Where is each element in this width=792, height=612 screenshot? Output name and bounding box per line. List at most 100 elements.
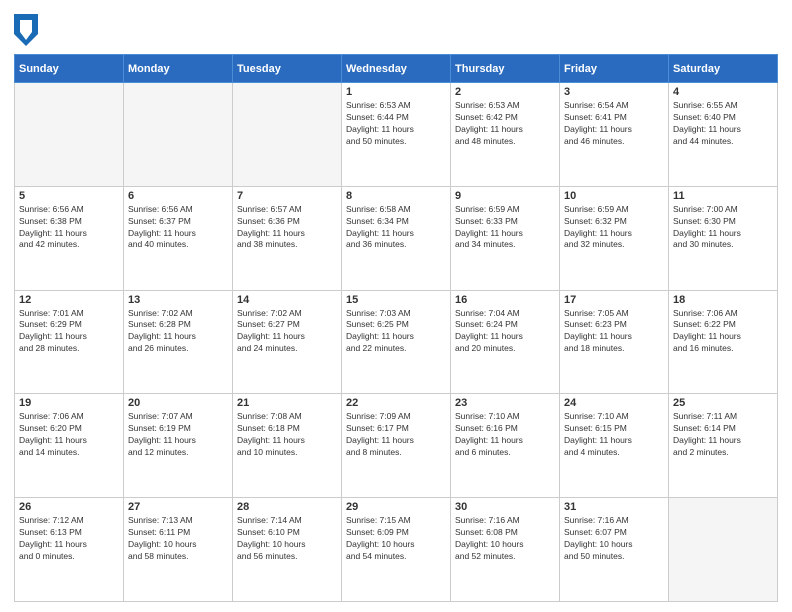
day-info: Sunrise: 7:06 AM Sunset: 6:20 PM Dayligh… [19,411,119,459]
day-number: 8 [346,190,446,202]
day-info: Sunrise: 6:59 AM Sunset: 6:32 PM Dayligh… [564,204,664,252]
day-info: Sunrise: 7:02 AM Sunset: 6:28 PM Dayligh… [128,308,228,356]
day-number: 26 [19,501,119,513]
day-number: 4 [673,86,773,98]
day-info: Sunrise: 7:10 AM Sunset: 6:16 PM Dayligh… [455,411,555,459]
calendar-cell: 22 Sunrise: 7:09 AM Sunset: 6:17 PM Dayli… [342,394,451,498]
day-number: 13 [128,294,228,306]
calendar-cell: 23 Sunrise: 7:10 AM Sunset: 6:16 PM Dayli… [451,394,560,498]
weekday-header-tuesday: Tuesday [233,55,342,83]
calendar-cell: 24 Sunrise: 7:10 AM Sunset: 6:15 PM Dayli… [560,394,669,498]
day-number: 17 [564,294,664,306]
day-number: 12 [19,294,119,306]
day-number: 19 [19,397,119,409]
calendar-cell: 11 Sunrise: 7:00 AM Sunset: 6:30 PM Dayli… [669,186,778,290]
day-number: 22 [346,397,446,409]
day-info: Sunrise: 7:16 AM Sunset: 6:07 PM Dayligh… [564,515,664,563]
calendar-cell: 19 Sunrise: 7:06 AM Sunset: 6:20 PM Dayli… [15,394,124,498]
day-info: Sunrise: 7:09 AM Sunset: 6:17 PM Dayligh… [346,411,446,459]
calendar-week-2: 5Sunrise: 6:56 AM Sunset: 6:38 PM Daylig… [15,186,778,290]
calendar-cell: 3Sunrise: 6:54 AM Sunset: 6:41 PM Daylig… [560,83,669,187]
day-number: 30 [455,501,555,513]
day-info: Sunrise: 6:56 AM Sunset: 6:38 PM Dayligh… [19,204,119,252]
calendar-cell: 8 Sunrise: 6:58 AM Sunset: 6:34 PM Daylig… [342,186,451,290]
day-info: Sunrise: 6:53 AM Sunset: 6:44 PM Dayligh… [346,100,446,148]
day-number: 27 [128,501,228,513]
calendar-week-5: 26 Sunrise: 7:12 AM Sunset: 6:13 PM Dayli… [15,498,778,602]
day-info: Sunrise: 6:54 AM Sunset: 6:41 PM Dayligh… [564,100,664,148]
day-number: 28 [237,501,337,513]
calendar-cell: 16Sunrise: 7:04 AM Sunset: 6:24 PM Dayli… [451,290,560,394]
day-info: Sunrise: 6:58 AM Sunset: 6:34 PM Dayligh… [346,204,446,252]
day-number: 14 [237,294,337,306]
day-info: Sunrise: 7:11 AM Sunset: 6:14 PM Dayligh… [673,411,773,459]
day-info: Sunrise: 7:13 AM Sunset: 6:11 PM Dayligh… [128,515,228,563]
day-number: 2 [455,86,555,98]
weekday-header-row: SundayMondayTuesdayWednesdayThursdayFrid… [15,55,778,83]
calendar-cell: 20 Sunrise: 7:07 AM Sunset: 6:19 PM Dayli… [124,394,233,498]
calendar-cell: 28 Sunrise: 7:14 AM Sunset: 6:10 PM Dayli… [233,498,342,602]
day-number: 18 [673,294,773,306]
day-info: Sunrise: 6:56 AM Sunset: 6:37 PM Dayligh… [128,204,228,252]
day-number: 31 [564,501,664,513]
calendar-cell: 27 Sunrise: 7:13 AM Sunset: 6:11 PM Dayli… [124,498,233,602]
day-info: Sunrise: 6:53 AM Sunset: 6:42 PM Dayligh… [455,100,555,148]
calendar-cell: 30 Sunrise: 7:16 AM Sunset: 6:08 PM Dayli… [451,498,560,602]
day-info: Sunrise: 7:08 AM Sunset: 6:18 PM Dayligh… [237,411,337,459]
calendar-cell: 15 Sunrise: 7:03 AM Sunset: 6:25 PM Dayli… [342,290,451,394]
calendar-cell: 17 Sunrise: 7:05 AM Sunset: 6:23 PM Dayli… [560,290,669,394]
calendar-week-4: 19 Sunrise: 7:06 AM Sunset: 6:20 PM Dayli… [15,394,778,498]
day-number: 20 [128,397,228,409]
calendar-cell: 10 Sunrise: 6:59 AM Sunset: 6:32 PM Dayli… [560,186,669,290]
day-info: Sunrise: 7:06 AM Sunset: 6:22 PM Dayligh… [673,308,773,356]
calendar-week-1: 1Sunrise: 6:53 AM Sunset: 6:44 PM Daylig… [15,83,778,187]
day-info: Sunrise: 7:16 AM Sunset: 6:08 PM Dayligh… [455,515,555,563]
calendar-cell [233,83,342,187]
calendar-cell: 21 Sunrise: 7:08 AM Sunset: 6:18 PM Dayli… [233,394,342,498]
day-number: 11 [673,190,773,202]
page: SundayMondayTuesdayWednesdayThursdayFrid… [0,0,792,612]
day-info: Sunrise: 7:05 AM Sunset: 6:23 PM Dayligh… [564,308,664,356]
calendar-cell: 14Sunrise: 7:02 AM Sunset: 6:27 PM Dayli… [233,290,342,394]
calendar-cell: 1Sunrise: 6:53 AM Sunset: 6:44 PM Daylig… [342,83,451,187]
calendar-cell: 9Sunrise: 6:59 AM Sunset: 6:33 PM Daylig… [451,186,560,290]
logo [14,14,40,46]
day-number: 16 [455,294,555,306]
weekday-header-friday: Friday [560,55,669,83]
calendar-cell [15,83,124,187]
weekday-header-thursday: Thursday [451,55,560,83]
calendar-cell: 31 Sunrise: 7:16 AM Sunset: 6:07 PM Dayli… [560,498,669,602]
day-info: Sunrise: 7:15 AM Sunset: 6:09 PM Dayligh… [346,515,446,563]
logo-icon [14,14,38,46]
calendar-cell: 18 Sunrise: 7:06 AM Sunset: 6:22 PM Dayli… [669,290,778,394]
day-info: Sunrise: 6:55 AM Sunset: 6:40 PM Dayligh… [673,100,773,148]
day-info: Sunrise: 7:00 AM Sunset: 6:30 PM Dayligh… [673,204,773,252]
calendar-cell: 25 Sunrise: 7:11 AM Sunset: 6:14 PM Dayli… [669,394,778,498]
calendar-cell: 29 Sunrise: 7:15 AM Sunset: 6:09 PM Dayli… [342,498,451,602]
day-number: 15 [346,294,446,306]
weekday-header-monday: Monday [124,55,233,83]
weekday-header-sunday: Sunday [15,55,124,83]
day-number: 23 [455,397,555,409]
day-info: Sunrise: 7:07 AM Sunset: 6:19 PM Dayligh… [128,411,228,459]
day-info: Sunrise: 6:59 AM Sunset: 6:33 PM Dayligh… [455,204,555,252]
calendar-cell: 7Sunrise: 6:57 AM Sunset: 6:36 PM Daylig… [233,186,342,290]
header [14,10,778,46]
day-info: Sunrise: 7:03 AM Sunset: 6:25 PM Dayligh… [346,308,446,356]
day-info: Sunrise: 7:14 AM Sunset: 6:10 PM Dayligh… [237,515,337,563]
calendar-cell: 6 Sunrise: 6:56 AM Sunset: 6:37 PM Daylig… [124,186,233,290]
day-number: 29 [346,501,446,513]
day-info: Sunrise: 7:12 AM Sunset: 6:13 PM Dayligh… [19,515,119,563]
day-number: 7 [237,190,337,202]
day-info: Sunrise: 7:01 AM Sunset: 6:29 PM Dayligh… [19,308,119,356]
weekday-header-wednesday: Wednesday [342,55,451,83]
day-number: 21 [237,397,337,409]
day-number: 6 [128,190,228,202]
day-info: Sunrise: 7:10 AM Sunset: 6:15 PM Dayligh… [564,411,664,459]
day-number: 10 [564,190,664,202]
calendar-week-3: 12 Sunrise: 7:01 AM Sunset: 6:29 PM Dayli… [15,290,778,394]
calendar-cell: 2 Sunrise: 6:53 AM Sunset: 6:42 PM Daylig… [451,83,560,187]
day-number: 24 [564,397,664,409]
day-number: 25 [673,397,773,409]
calendar-cell: 5Sunrise: 6:56 AM Sunset: 6:38 PM Daylig… [15,186,124,290]
